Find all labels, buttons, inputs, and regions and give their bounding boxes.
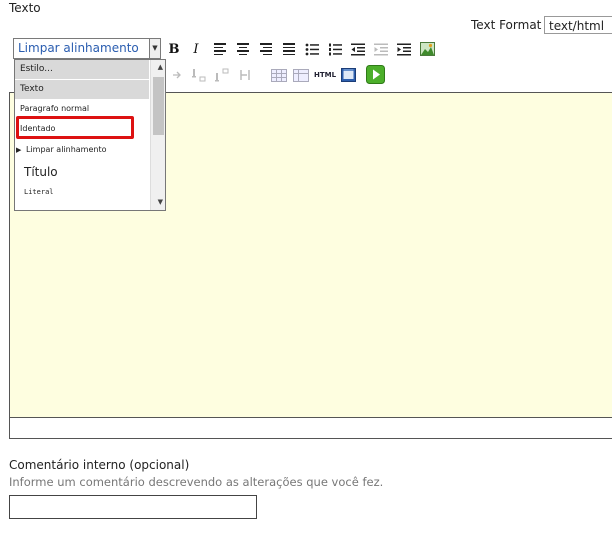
- outdent-icon[interactable]: [350, 41, 366, 57]
- superscript-disabled-icon: [214, 67, 230, 83]
- bold-button[interactable]: B: [166, 41, 182, 57]
- scroll-down-icon[interactable]: ▼: [158, 198, 163, 206]
- fullscreen-icon[interactable]: [340, 67, 356, 83]
- dropdown-item-paragrafo[interactable]: Paragrafo normal: [15, 102, 149, 116]
- selected-marker-icon: ▶: [16, 146, 22, 154]
- bullet-list-icon[interactable]: [304, 41, 320, 57]
- insert-image-icon[interactable]: [419, 41, 435, 57]
- dropdown-item-titulo[interactable]: Título: [15, 163, 149, 181]
- comment-help-text: Informe um comentário descrevendo as alt…: [9, 475, 384, 489]
- style-select[interactable]: Limpar alinhamento ▼: [13, 38, 161, 59]
- special-char-disabled-icon: [238, 67, 254, 83]
- annotation-highlight-box: [16, 116, 134, 139]
- scroll-up-icon[interactable]: ▲: [158, 63, 163, 71]
- anchor-disabled-icon: [168, 67, 184, 83]
- dropdown-item-estilo[interactable]: Estilo...: [15, 60, 149, 79]
- dropdown-scrollbar[interactable]: ▲ ▼: [150, 60, 165, 210]
- dropdown-item-texto[interactable]: Texto: [15, 80, 149, 99]
- style-select-value: Limpar alinhamento: [18, 41, 139, 55]
- subscript-disabled-icon: [191, 67, 207, 83]
- italic-button[interactable]: I: [188, 41, 204, 57]
- comment-label: Comentário interno (opcional): [9, 458, 190, 472]
- numbered-list-icon[interactable]: [327, 41, 343, 57]
- align-right-icon[interactable]: [258, 41, 274, 57]
- align-left-icon[interactable]: [212, 41, 228, 57]
- scrollbar-thumb[interactable]: [153, 77, 164, 135]
- table-props-disabled-icon: [293, 67, 309, 83]
- dropdown-item-limpar-label: Limpar alinhamento: [26, 145, 107, 154]
- indent-disabled-icon: [373, 41, 389, 57]
- dropdown-item-literal[interactable]: Literal: [15, 186, 149, 198]
- editor-statusbar: [9, 418, 612, 439]
- text-format-select[interactable]: text/html: [544, 16, 612, 34]
- dropdown-item-limpar[interactable]: ▶ Limpar alinhamento: [15, 143, 149, 157]
- align-justify-icon[interactable]: [281, 41, 297, 57]
- table-disabled-icon: [271, 67, 287, 83]
- html-source-button[interactable]: HTML: [314, 67, 336, 83]
- text-format-label: Text Format: [471, 18, 542, 32]
- chevron-down-icon[interactable]: ▼: [149, 39, 160, 58]
- section-title: Texto: [9, 1, 41, 15]
- comment-input[interactable]: [9, 495, 257, 519]
- play-preview-icon[interactable]: [366, 65, 385, 84]
- align-center-icon[interactable]: [235, 41, 251, 57]
- indent-icon[interactable]: [396, 41, 412, 57]
